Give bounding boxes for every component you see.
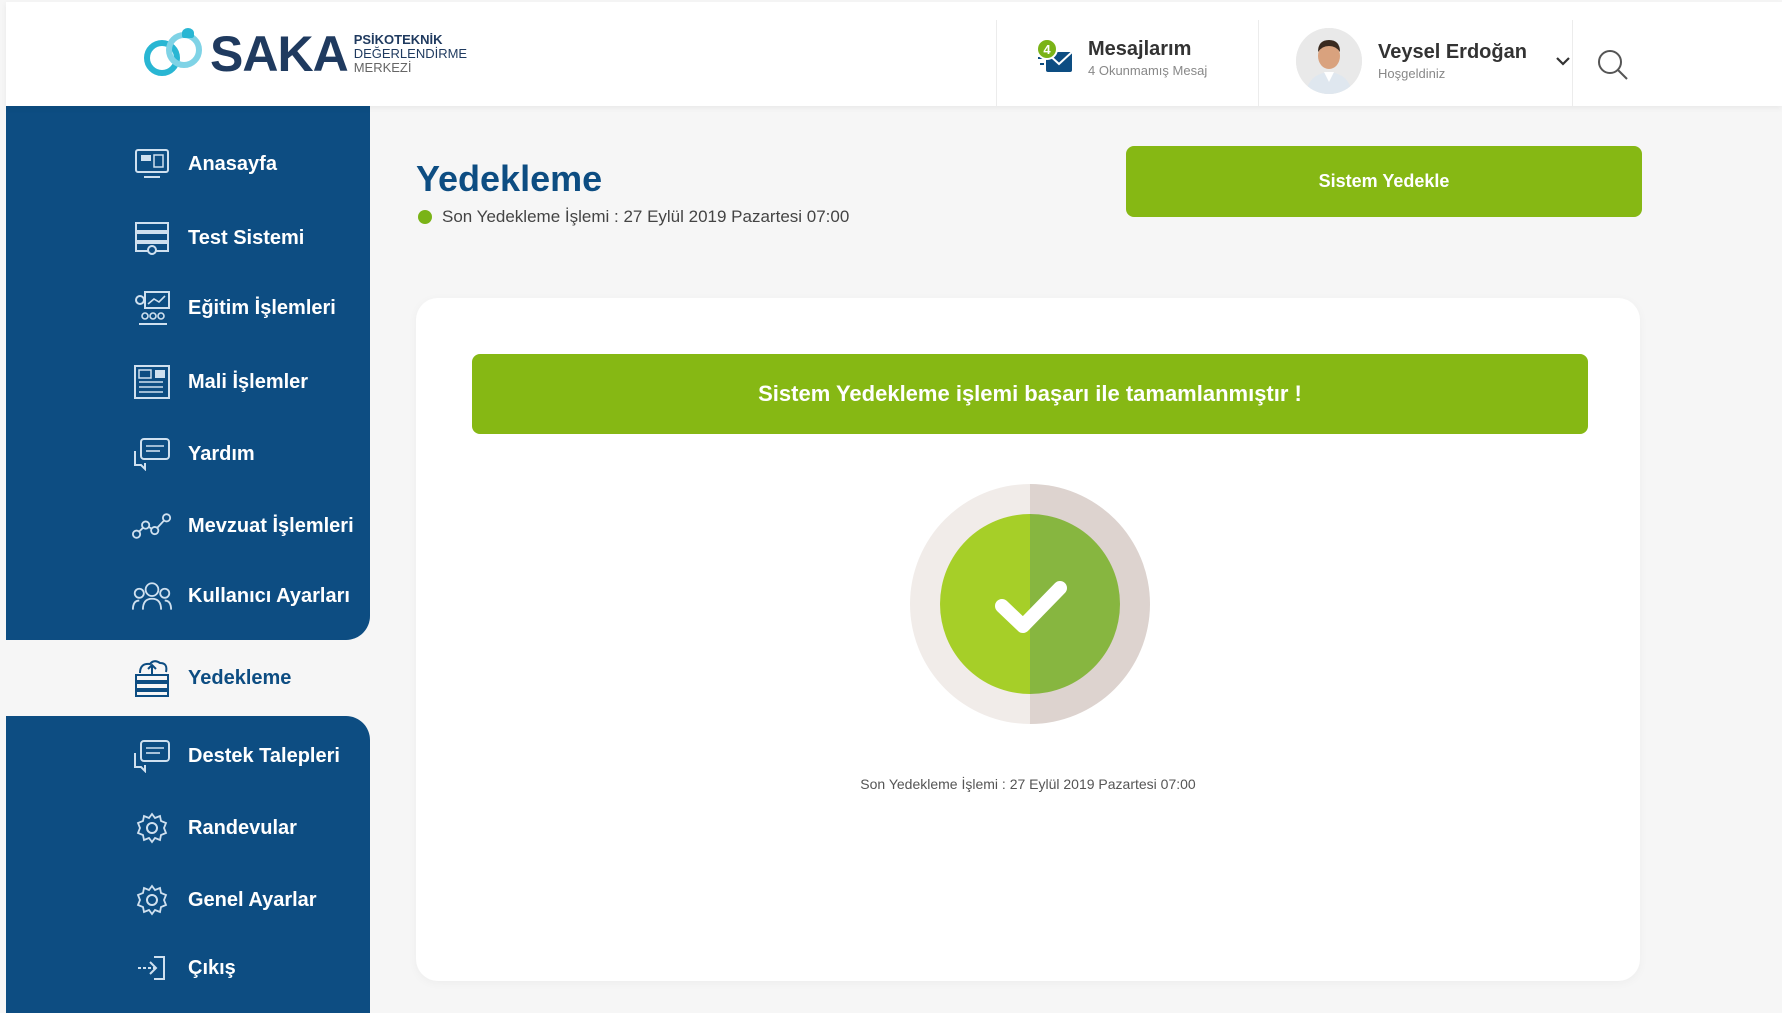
page-title: Yedekleme <box>416 158 603 199</box>
check-success-icon <box>910 484 1150 724</box>
backup-cloud-icon <box>132 658 172 698</box>
success-message: Sistem Yedekleme işlemi başarı ile tamam… <box>472 354 1588 434</box>
sidebar-item-label: Yedekleme <box>188 666 292 689</box>
gear-icon <box>132 808 172 848</box>
sidebar-item-anasayfa[interactable]: Anasayfa <box>6 128 370 200</box>
logout-icon <box>132 948 172 988</box>
sidebar-item-mali-islemler[interactable]: Mali İşlemler <box>6 346 370 418</box>
sidebar-item-label: Kullanıcı Ayarları <box>188 584 350 607</box>
finance-icon <box>132 362 172 402</box>
top-header: SAKA PSİKOTEKNİK DEĞERLENDİRME MERKEZİ 4… <box>6 2 1782 106</box>
avatar <box>1296 28 1362 94</box>
support-chat-icon <box>132 736 172 776</box>
sidebar-item-destek-talepleri[interactable]: Destek Talepleri <box>6 720 370 792</box>
sidebar: Anasayfa Test Sistemi Eğitim İşlemleri M… <box>6 106 370 1013</box>
last-backup-text: Son Yedekleme İşlemi : 27 Eylül 2019 Paz… <box>442 207 850 226</box>
logo-subtitle: PSİKOTEKNİK DEĞERLENDİRME MERKEZİ <box>353 32 468 75</box>
test-system-icon <box>132 218 172 258</box>
chevron-down-icon[interactable] <box>1553 51 1573 71</box>
user-menu[interactable]: Veysel Erdoğan Hoşgeldiniz <box>1296 28 1573 94</box>
status-dot <box>418 210 432 224</box>
sidebar-item-label: Eğitim İşlemleri <box>188 296 336 319</box>
header-divider <box>996 20 997 106</box>
sidebar-item-egitim-islemleri[interactable]: Eğitim İşlemleri <box>6 272 370 344</box>
sidebar-item-label: Mali İşlemler <box>188 370 309 393</box>
user-name: Veysel Erdoğan <box>1378 41 1527 63</box>
saka-logo[interactable]: SAKA PSİKOTEKNİK DEĞERLENDİRME MERKEZİ <box>140 22 467 86</box>
sidebar-item-label: Anasayfa <box>188 152 277 175</box>
sidebar-item-genel-ayarlar[interactable]: Genel Ayarlar <box>6 864 370 936</box>
sidebar-item-label: Mevzuat İşlemleri <box>188 514 354 537</box>
sidebar-item-mevzuat-islemleri[interactable]: Mevzuat İşlemleri <box>6 490 370 562</box>
sidebar-item-label: Test Sistemi <box>188 226 305 249</box>
messages-subtitle: 4 Okunmamış Mesaj <box>1088 63 1208 78</box>
sidebar-item-test-sistemi[interactable]: Test Sistemi <box>6 202 370 274</box>
regulation-icon <box>132 506 172 546</box>
sidebar-item-yedekleme[interactable]: Yedekleme <box>6 642 370 714</box>
unread-badge: 4 <box>1036 38 1058 60</box>
logo-name: SAKA <box>210 26 349 82</box>
sidebar-item-yardim[interactable]: Yardım <box>6 418 370 490</box>
system-backup-button[interactable]: Sistem Yedekle <box>1126 146 1642 217</box>
home-monitor-icon <box>132 144 172 184</box>
header-divider <box>1572 20 1573 106</box>
sidebar-item-label: Yardım <box>188 442 255 465</box>
mail-icon: 4 <box>1036 38 1076 78</box>
sidebar-item-label: Randevular <box>188 816 297 839</box>
header-divider <box>1258 20 1259 106</box>
logo-mark-icon <box>140 24 206 84</box>
sidebar-item-label: Destek Talepleri <box>188 744 340 767</box>
messages-button[interactable]: 4 Mesajlarım 4 Okunmamış Mesaj <box>1036 38 1207 78</box>
sidebar-item-kullanici-ayarlari[interactable]: Kullanıcı Ayarları <box>6 560 370 632</box>
sidebar-item-label: Çıkış <box>188 956 236 979</box>
education-icon <box>132 288 172 328</box>
sidebar-item-randevular[interactable]: Randevular <box>6 792 370 864</box>
backup-result-card: Sistem Yedekleme işlemi başarı ile tamam… <box>416 298 1640 981</box>
messages-title: Mesajlarım <box>1088 38 1192 60</box>
help-chat-icon <box>132 434 172 474</box>
search-icon[interactable] <box>1596 48 1630 82</box>
sidebar-item-label: Genel Ayarlar <box>188 888 317 911</box>
user-greeting: Hoşgeldiniz <box>1378 66 1446 81</box>
card-last-backup-text: Son Yedekleme İşlemi : 27 Eylül 2019 Paz… <box>860 776 1196 792</box>
users-icon <box>132 576 172 616</box>
gear-icon <box>132 880 172 920</box>
sidebar-item-cikis[interactable]: Çıkış <box>6 932 370 1004</box>
last-backup-status: Son Yedekleme İşlemi : 27 Eylül 2019 Paz… <box>418 207 849 227</box>
